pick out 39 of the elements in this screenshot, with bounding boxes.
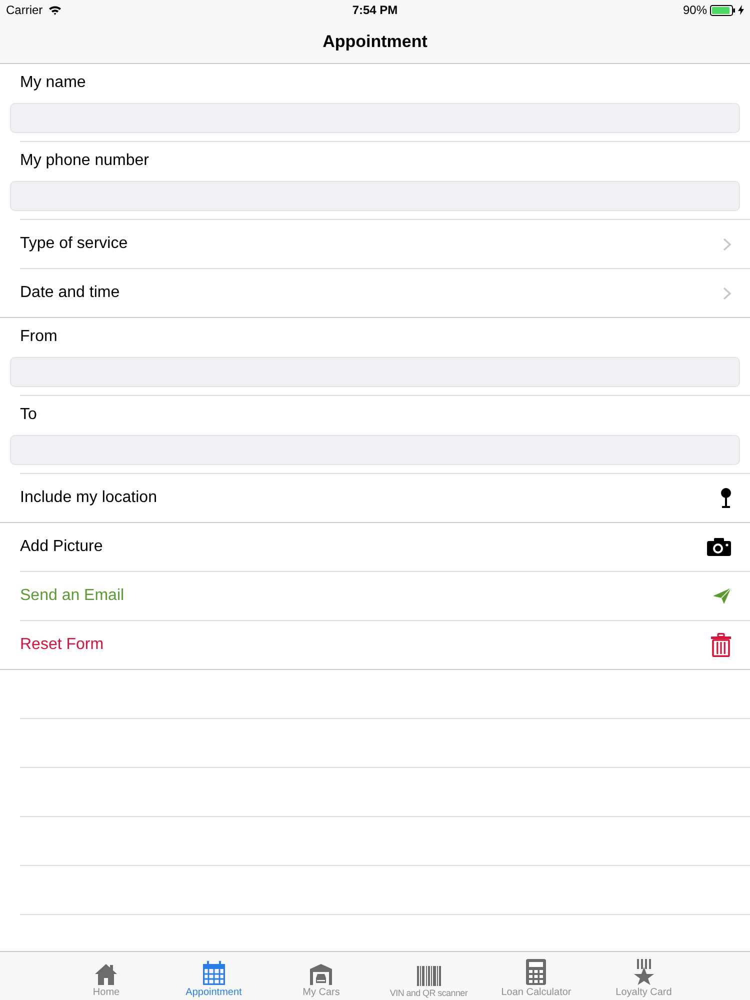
screen-title: Appointment bbox=[322, 32, 428, 52]
garage-icon bbox=[309, 963, 334, 985]
tab-bar-item[interactable]: My Cars bbox=[268, 952, 375, 1000]
star-medal-icon bbox=[632, 959, 655, 985]
tab-bar-item[interactable]: Appointment bbox=[160, 952, 268, 1000]
camera-icon bbox=[707, 538, 731, 556]
input-field[interactable] bbox=[10, 435, 740, 465]
calendar-icon bbox=[202, 961, 226, 985]
disclosure-row[interactable]: Date and time bbox=[0, 269, 750, 317]
carrier-name: Carrier bbox=[6, 3, 43, 17]
action-row[interactable]: Include my location bbox=[0, 474, 750, 522]
chevron-icon bbox=[723, 238, 731, 250]
chevron-icon bbox=[723, 286, 731, 300]
charging-bolt-icon bbox=[738, 5, 744, 15]
battery-percent: 90% bbox=[682, 3, 708, 17]
tab-bar-item[interactable]: Loyalty Card bbox=[590, 952, 698, 1000]
action-row[interactable]: Reset Form bbox=[0, 621, 750, 669]
wifi-icon bbox=[48, 5, 62, 15]
action-row[interactable]: Send an Email bbox=[0, 572, 750, 620]
trash-icon bbox=[711, 633, 731, 657]
field-label: My phone number bbox=[19, 151, 149, 171]
battery-icon bbox=[710, 4, 736, 16]
tab-bar-item[interactable]: Loan Calculator bbox=[482, 952, 590, 1000]
barcode-icon bbox=[416, 966, 441, 986]
input-field[interactable] bbox=[10, 357, 740, 387]
clock-time: 7:54 PM bbox=[352, 3, 398, 17]
tab-bar-item[interactable]: VIN and QR scanner bbox=[375, 952, 482, 1000]
paper-plane-icon bbox=[713, 588, 731, 604]
field-label: To bbox=[19, 405, 37, 425]
input-field[interactable] bbox=[10, 181, 740, 211]
tab-bar-item[interactable]: Home bbox=[52, 952, 160, 1000]
field-label: My name bbox=[19, 73, 86, 93]
pin-icon bbox=[721, 488, 731, 508]
house-icon bbox=[95, 963, 118, 985]
field-label: From bbox=[19, 327, 58, 347]
input-field[interactable] bbox=[10, 103, 740, 133]
calculator-icon bbox=[526, 959, 546, 985]
action-row[interactable]: Add Picture bbox=[0, 523, 750, 571]
disclosure-row[interactable]: Type of service bbox=[0, 220, 750, 268]
